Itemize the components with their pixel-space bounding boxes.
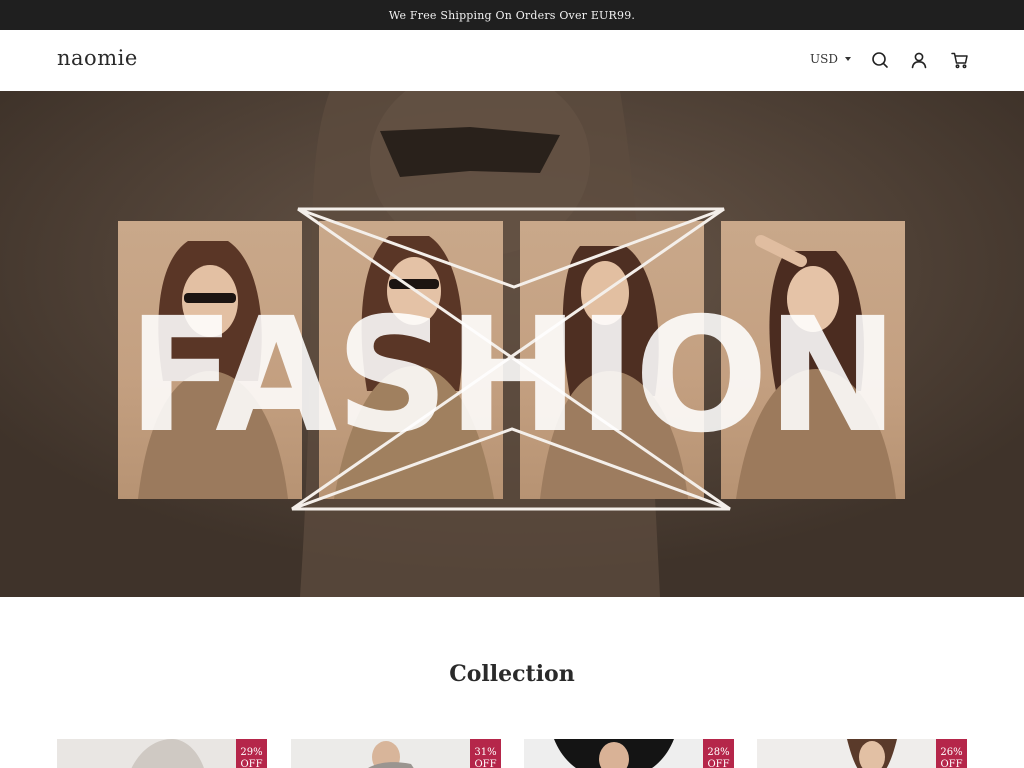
discount-badge: 29% OFF bbox=[236, 739, 267, 768]
announcement-text: We Free Shipping On Orders Over EUR99. bbox=[388, 8, 636, 22]
discount-percent: 28% bbox=[707, 747, 730, 758]
cart-icon[interactable] bbox=[950, 50, 970, 70]
site-header: naomie USD bbox=[0, 30, 1024, 91]
currency-selector[interactable]: USD bbox=[810, 52, 851, 66]
currency-label: USD bbox=[810, 52, 838, 66]
site-logo[interactable]: naomie bbox=[57, 46, 138, 70]
discount-percent: 26% bbox=[940, 747, 963, 758]
discount-badge: 31% OFF bbox=[470, 739, 501, 768]
product-card[interactable]: 28% OFF bbox=[524, 739, 734, 768]
discount-badge: 28% OFF bbox=[703, 739, 734, 768]
collection-title: Collection bbox=[449, 661, 575, 687]
chevron-down-icon bbox=[844, 57, 851, 61]
account-icon[interactable] bbox=[909, 50, 929, 70]
hero-headline: FASHION bbox=[127, 284, 898, 468]
discount-off-label: OFF bbox=[940, 759, 963, 768]
discount-off-label: OFF bbox=[240, 759, 263, 768]
discount-badge: 26% OFF bbox=[936, 739, 967, 768]
product-card[interactable]: 26% OFF bbox=[757, 739, 967, 768]
discount-off-label: OFF bbox=[474, 759, 497, 768]
announcement-bar: We Free Shipping On Orders Over EUR99. bbox=[0, 0, 1024, 30]
product-grid: 29% OFF 31% OFF 28% OFF 26% OFF bbox=[0, 739, 1024, 768]
product-card[interactable]: 31% OFF bbox=[291, 739, 501, 768]
hero-banner[interactable]: FASHION bbox=[0, 91, 1024, 597]
discount-off-label: OFF bbox=[707, 759, 730, 768]
product-card[interactable]: 29% OFF bbox=[57, 739, 267, 768]
search-icon[interactable] bbox=[870, 50, 890, 70]
discount-percent: 31% bbox=[474, 747, 497, 758]
discount-percent: 29% bbox=[240, 747, 263, 758]
